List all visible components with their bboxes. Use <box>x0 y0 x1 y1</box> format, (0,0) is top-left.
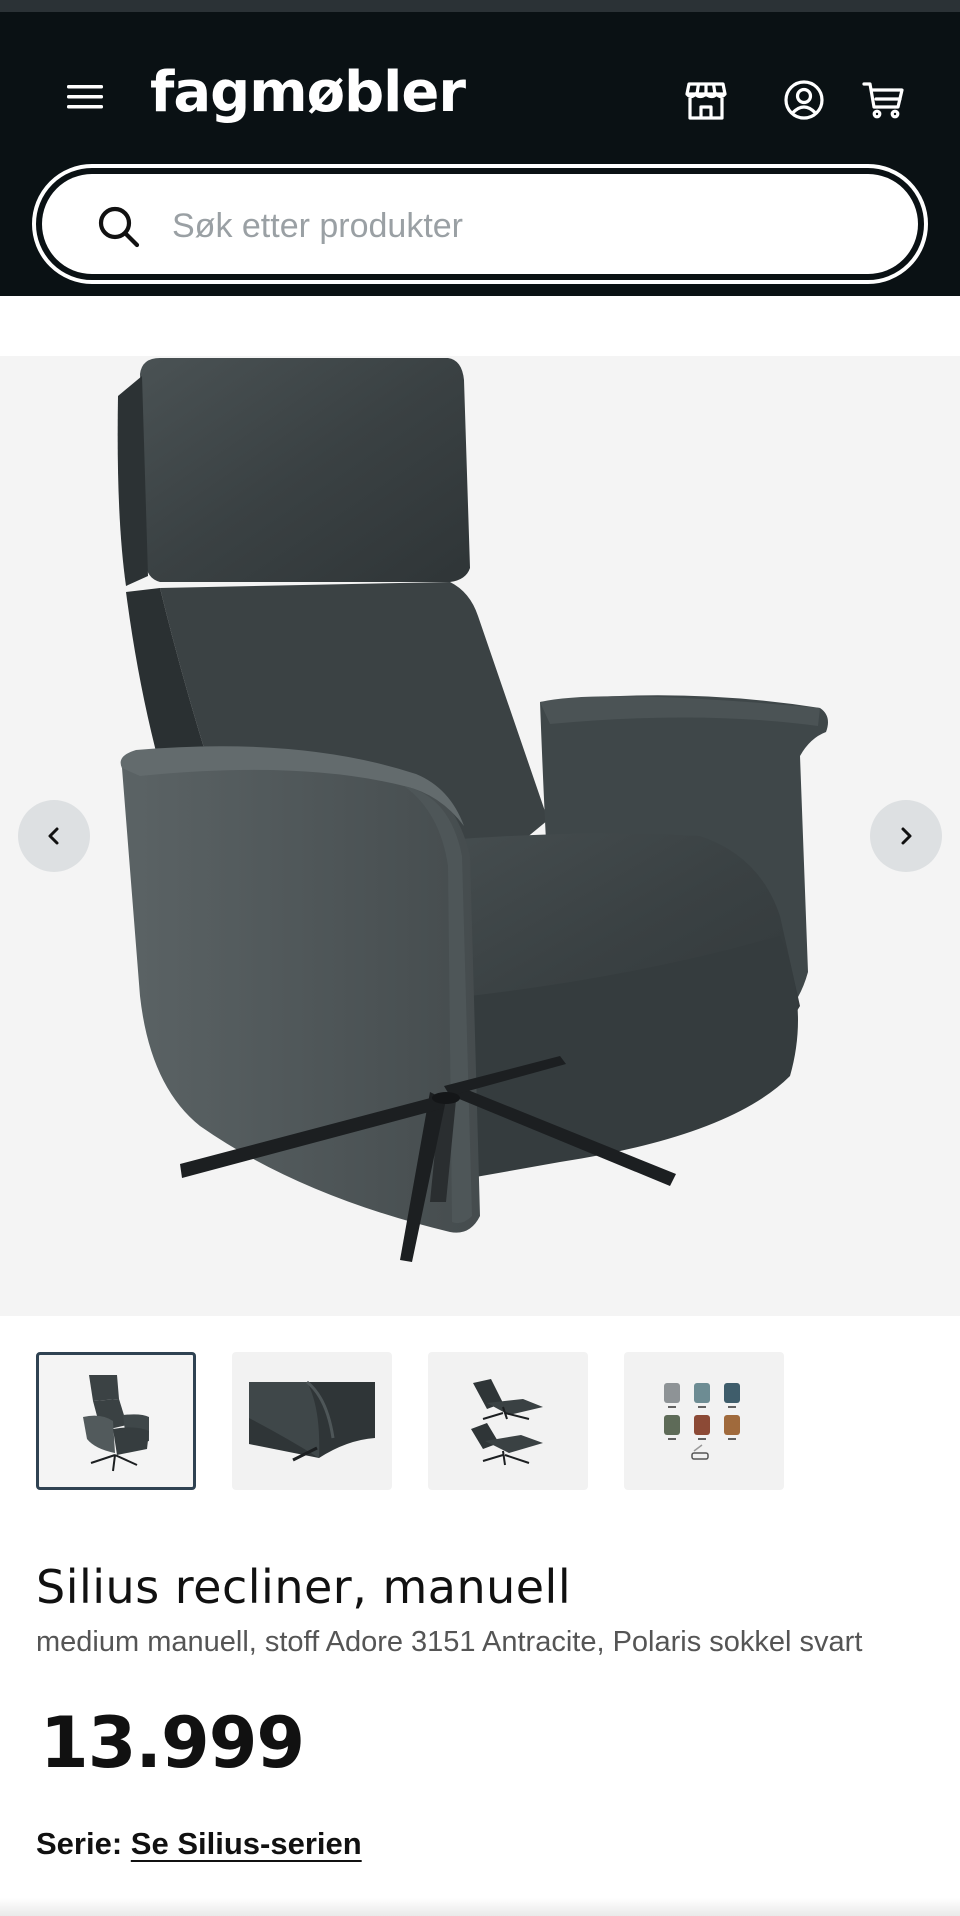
product-price: 13.999 <box>40 1702 305 1784</box>
chevron-right-icon <box>901 827 912 845</box>
product-image <box>117 358 828 1262</box>
logo[interactable]: fagmøbler <box>150 60 466 125</box>
thumbnail-3[interactable] <box>428 1352 588 1490</box>
series-label: Serie: <box>36 1826 123 1861</box>
chair-detail-thumbnail-image <box>249 1380 375 1462</box>
thumbnail-1[interactable] <box>36 1352 196 1490</box>
status-strip <box>0 0 960 12</box>
chair-recline-thumbnail-image <box>471 1379 543 1466</box>
bottom-sheet-edge <box>0 1898 960 1916</box>
menu-button[interactable] <box>62 74 108 120</box>
thumbnail-strip <box>36 1352 784 1490</box>
chevron-left-icon <box>48 827 59 845</box>
account-button[interactable] <box>778 74 830 126</box>
site-header: fagmøbler <box>0 12 960 296</box>
previous-image-button[interactable] <box>18 800 90 872</box>
search-bar <box>32 164 928 284</box>
series-row: Serie: Se Silius-serien <box>36 1826 362 1862</box>
store-icon <box>685 82 727 120</box>
cart-button[interactable] <box>858 74 910 126</box>
search-box[interactable] <box>42 174 918 274</box>
thumbnail-4[interactable] <box>624 1352 784 1490</box>
search-icon <box>98 206 140 248</box>
store-button[interactable] <box>680 74 732 126</box>
search-input[interactable] <box>172 188 892 264</box>
chair-thumbnail-image <box>83 1375 149 1472</box>
menu-icon <box>67 85 103 109</box>
series-link[interactable]: Se Silius-serien <box>131 1826 362 1861</box>
product-subtitle: medium manuell, stoff Adore 3151 Antraci… <box>36 1626 863 1658</box>
account-icon <box>784 80 824 120</box>
color-variants-thumbnail-image <box>664 1383 740 1460</box>
cart-icon <box>862 82 904 119</box>
thumbnail-2[interactable] <box>232 1352 392 1490</box>
product-title: Silius recliner, manuell <box>36 1560 572 1614</box>
product-gallery <box>0 356 960 1316</box>
next-image-button[interactable] <box>870 800 942 872</box>
